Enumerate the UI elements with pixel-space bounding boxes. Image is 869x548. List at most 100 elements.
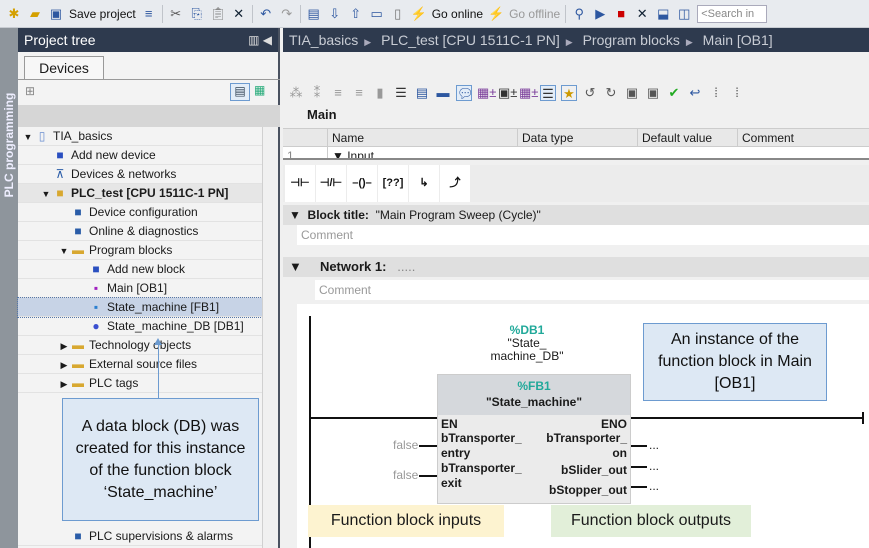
reset-icon[interactable]: ▮: [372, 85, 388, 101]
cut-icon[interactable]: ✂: [168, 6, 184, 22]
tree-item[interactable]: ■ PLC supervisions & alarms: [18, 527, 262, 546]
comments-icon[interactable]: 💬︎: [456, 84, 474, 101]
breadcrumb-item[interactable]: Program blocks: [583, 32, 680, 48]
redo-icon[interactable]: ↷: [279, 6, 295, 22]
split-horizontal-icon[interactable]: ⬓: [655, 6, 671, 22]
output-pin[interactable]: bSlider_out: [561, 463, 627, 477]
collapse-panel-icon[interactable]: ▥ ◀: [248, 28, 272, 52]
tree-item[interactable]: ▼ ▬ Program blocks: [18, 241, 262, 260]
stop-cpu-icon[interactable]: ■: [613, 6, 629, 22]
delete-network-icon[interactable]: ⁑: [309, 85, 325, 101]
print-icon[interactable]: ≡: [141, 6, 157, 22]
input-pin[interactable]: bTransporter_ exit: [441, 461, 522, 491]
output-pin[interactable]: bStopper_out: [549, 483, 627, 497]
tree-item[interactable]: ■ Online & diagnostics: [18, 222, 262, 241]
output-value[interactable]: ...: [649, 459, 659, 473]
paste-icon[interactable]: 📋︎: [210, 6, 227, 22]
favorites-icon[interactable]: ☰: [540, 84, 556, 101]
insert-row-icon[interactable]: ≡: [330, 85, 346, 101]
expand-toggle-icon[interactable]: ▶: [58, 356, 70, 375]
block-call-icon[interactable]: ★: [561, 84, 577, 101]
expand-toggle-icon[interactable]: ▼: [40, 185, 52, 204]
delete-icon[interactable]: ✕: [231, 6, 247, 22]
plc-programming-side-tab[interactable]: PLC programming: [0, 28, 18, 548]
verify-icon[interactable]: ✔: [666, 85, 682, 101]
tree-item[interactable]: ▼ ▯ TIA_basics: [18, 127, 262, 146]
upload-icon[interactable]: ⇧: [348, 6, 364, 22]
breadcrumb-item[interactable]: Main [OB1]: [703, 32, 773, 48]
column-comment[interactable]: Comment: [737, 129, 869, 147]
tree-item[interactable]: ⊼ Devices & networks: [18, 165, 262, 184]
open-all-networks-icon[interactable]: ☰: [393, 85, 409, 101]
tree-item[interactable]: ▶ ▬ External source files: [18, 355, 262, 374]
accessible-devices-icon[interactable]: ⚲: [571, 6, 587, 22]
copy-icon[interactable]: ⎘: [189, 6, 205, 22]
expand-toggle-icon[interactable]: ▶: [58, 337, 70, 356]
split-vertical-icon[interactable]: ◫: [676, 6, 692, 22]
next-error-icon[interactable]: ↻: [603, 85, 619, 101]
expand-toggle-icon[interactable]: ▼: [58, 242, 70, 261]
nc-contact-icon[interactable]: ⊣/⊢: [316, 165, 346, 202]
details-view-icon[interactable]: ▤: [230, 83, 250, 101]
empty-box-icon[interactable]: [??]: [378, 165, 408, 202]
tree-item[interactable]: ■ Add new block: [18, 260, 262, 279]
networks-icon[interactable]: ▬: [435, 85, 451, 101]
snapshot-icon[interactable]: ▣: [645, 85, 661, 101]
tree-item[interactable]: ▪ State_machine [FB1]: [17, 297, 263, 318]
breadcrumb-item[interactable]: TIA_basics: [289, 32, 358, 48]
breadcrumb-item[interactable]: PLC_test [CPU 1511C-1 PN]: [381, 32, 560, 48]
block-comment[interactable]: Comment: [297, 225, 869, 245]
new-project-icon[interactable]: ✱: [6, 6, 22, 22]
output-value[interactable]: ...: [649, 479, 659, 493]
new-device-icon[interactable]: ⊞: [25, 84, 35, 98]
tree-item[interactable]: ■ Add new device: [18, 146, 262, 165]
output-value[interactable]: ...: [649, 438, 659, 452]
start-cpu-icon[interactable]: ▶: [592, 6, 608, 22]
input-value[interactable]: false: [393, 438, 418, 452]
tree-item[interactable]: ▼ ■ PLC_test [CPU 1511C-1 PN]: [18, 184, 262, 203]
download-icon[interactable]: ⇩: [327, 6, 343, 22]
instance-db-label[interactable]: %DB1 "State_ machine_DB": [467, 324, 587, 363]
input-value[interactable]: false: [393, 468, 418, 482]
runtime-icon[interactable]: ▯: [390, 6, 406, 22]
tag-mapping-icon[interactable]: ▦±: [519, 85, 538, 101]
open-branch-icon[interactable]: ↳: [409, 165, 439, 202]
tab-devices[interactable]: Devices: [24, 56, 104, 80]
interface-row-input[interactable]: 1 ▼ Input: [283, 147, 869, 160]
block-title-bar[interactable]: ▼ Block title: "Main Program Sweep (Cycl…: [283, 205, 869, 225]
no-contact-icon[interactable]: ⊣⊢: [285, 165, 315, 202]
simulation-icon[interactable]: ▭: [369, 6, 385, 22]
add-row-icon[interactable]: ≡: [351, 85, 367, 101]
absolute-operands-icon[interactable]: ▦±: [477, 85, 496, 101]
go-to-error-icon[interactable]: ↺: [582, 85, 598, 101]
insert-network-icon[interactable]: ⁂: [288, 85, 304, 101]
save-icon[interactable]: ▣: [48, 6, 64, 22]
close-branch-icon[interactable]: ⤴: [440, 165, 470, 202]
outdent-icon[interactable]: ⁞: [729, 85, 745, 101]
column-name[interactable]: Name: [327, 129, 517, 147]
expand-toggle-icon[interactable]: ▼: [22, 128, 34, 147]
tree-item[interactable]: ▪ Main [OB1]: [18, 279, 262, 298]
undo-icon[interactable]: ↶: [258, 6, 274, 22]
go-online-button[interactable]: Go online: [432, 7, 483, 21]
cross-reference-icon[interactable]: ✕: [634, 6, 650, 22]
tree-item[interactable]: ▶ ▬ Technology objects: [18, 336, 262, 355]
tree-item[interactable]: ■ Device configuration: [18, 203, 262, 222]
input-pin[interactable]: bTransporter_ entry: [441, 431, 522, 461]
network-1-bar[interactable]: ▼ Network 1: .....: [283, 257, 869, 277]
go-offline-icon[interactable]: ⚡: [488, 6, 504, 22]
fb-instance-box[interactable]: %FB1 "State_machine" EN ENO bTransporter…: [437, 374, 631, 504]
save-project-button[interactable]: Save project: [69, 7, 136, 21]
indent-icon[interactable]: ⁞: [708, 85, 724, 101]
coil-icon[interactable]: –()–: [347, 165, 377, 202]
expand-toggle-icon[interactable]: ▶: [58, 375, 70, 394]
overview-icon[interactable]: ▦: [254, 83, 265, 97]
tree-scrollbar[interactable]: [262, 127, 278, 548]
column-default-value[interactable]: Default value: [637, 129, 737, 147]
tree-item[interactable]: ● State_machine_DB [DB1]: [18, 317, 262, 336]
tree-item[interactable]: ▶ ▬ PLC tags: [18, 374, 262, 393]
close-all-networks-icon[interactable]: ▤: [414, 85, 430, 101]
column-data-type[interactable]: Data type: [517, 129, 637, 147]
compile-icon[interactable]: ▤: [306, 6, 322, 22]
tag-info-icon[interactable]: ▣±: [498, 85, 517, 101]
